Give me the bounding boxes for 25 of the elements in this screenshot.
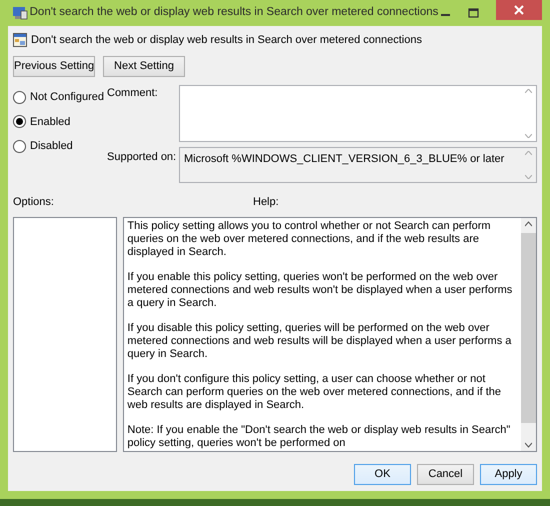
supported-on-value: Microsoft %WINDOWS_CLIENT_VERSION_6_3_BLUE% or later (183, 152, 506, 167)
radio-option[interactable]: Disabled (13, 138, 107, 154)
help-paragraph: If you don't configure this policy setting, a user can choose whether or not Search can perform queries on the web over metered connections, and if the web results are displayed in Search. (127, 373, 502, 412)
window-title: Don't search the web or display web results in Search over metered connections (28, 5, 440, 20)
supported-on-label: Supported on: (107, 150, 178, 165)
radio-option[interactable]: Not Configured (13, 89, 107, 106)
options-label: Options: (13, 195, 55, 208)
comment-label: Comment: (107, 86, 159, 101)
help-paragraph: If you enable this policy setting, queries won't be performed on the web over metered connections and web results won't be displayed when a user performs a query in Search. (127, 271, 514, 310)
dialog-button[interactable]: OK (354, 464, 411, 485)
policy-icon (13, 33, 27, 47)
maximize-icon[interactable] (468, 8, 480, 18)
dialog-button[interactable]: Apply (480, 464, 537, 485)
help-paragraph: This policy setting allows you to control whether or not Search can perform queries on the web over metered connections, and if the web results are displayed in Search. (127, 220, 492, 259)
nav-button[interactable]: Previous Setting (13, 56, 95, 77)
close-icon[interactable] (496, 0, 542, 20)
scrollbar-thumb[interactable] (521, 233, 536, 423)
help-paragraph: Note: If you enable the "Don't search the web or display web results in Search" policy setting, queries won't be performed on (127, 424, 512, 450)
app-icon (12, 6, 28, 20)
nav-button[interactable]: Next Setting (103, 56, 185, 77)
policy-title: Don't search the web or display web results in Search over metered connections (31, 32, 422, 48)
radio-option[interactable]: Enabled (13, 114, 107, 130)
help-label: Help: (253, 195, 279, 208)
dialog-button[interactable]: Cancel (417, 464, 474, 485)
help-paragraph: If you disable this policy setting, queries will be performed on the web over metered connections and web results will be displayed when a user performs a query in Search. (127, 322, 512, 361)
